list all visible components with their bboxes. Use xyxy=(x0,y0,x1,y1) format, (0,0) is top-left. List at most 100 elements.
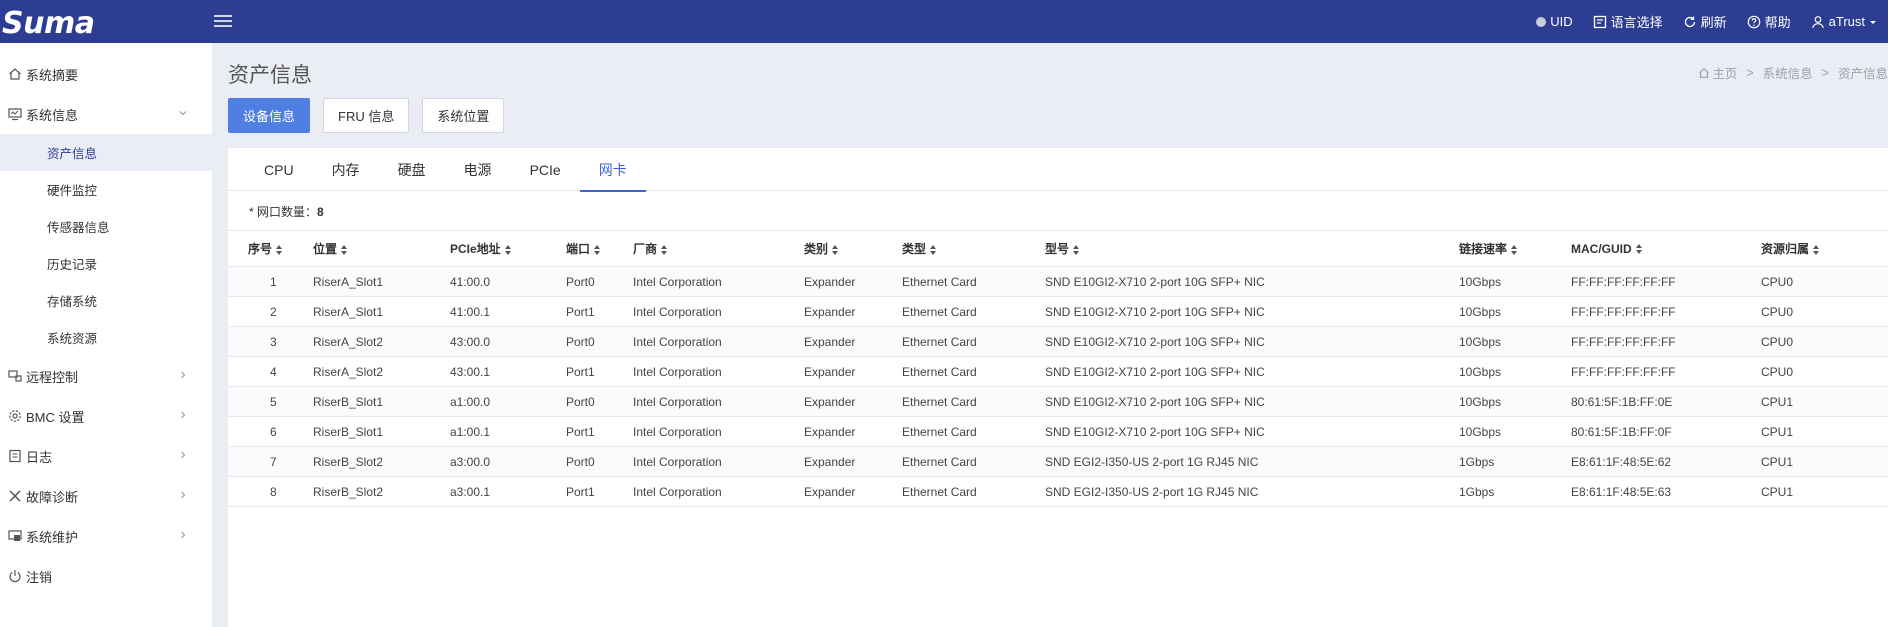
table-cell: Ethernet Card xyxy=(902,356,1045,387)
sidebar-item-diagnostics[interactable]: 故障诊断 xyxy=(0,476,212,516)
table-cell: CPU1 xyxy=(1761,446,1888,477)
table-cell: Ethernet Card xyxy=(902,386,1045,417)
user-menu[interactable]: aTrust xyxy=(1811,14,1882,29)
sidebar-subitem-asset-info[interactable]: 资产信息 xyxy=(0,134,212,171)
table-cell: 10Gbps xyxy=(1459,386,1571,417)
sidebar-item-bmc-settings[interactable]: BMC 设置 xyxy=(0,396,212,436)
sidebar-item-summary[interactable]: 系统摘要 xyxy=(0,54,212,94)
table-cell: FF:FF:FF:FF:FF:FF xyxy=(1571,266,1761,297)
column-header[interactable]: 类别 xyxy=(804,230,902,267)
column-header[interactable]: 资源归属 xyxy=(1761,230,1888,267)
tab-cpu[interactable]: CPU xyxy=(228,148,313,191)
column-header[interactable]: PCIe地址 xyxy=(450,230,566,267)
table-cell: Expander xyxy=(804,386,902,417)
breadcrumb-current: 资产信息 xyxy=(1837,67,1888,81)
sort-icon xyxy=(504,244,511,255)
table-cell: SND E10GI2-X710 2-port 10G SFP+ NIC xyxy=(1045,356,1459,387)
table-cell: SND E10GI2-X710 2-port 10G SFP+ NIC xyxy=(1045,296,1459,327)
table-cell: SND E10GI2-X710 2-port 10G SFP+ NIC xyxy=(1045,266,1459,297)
uid-button[interactable]: UID xyxy=(1536,14,1573,29)
logo-text: Suma xyxy=(2,6,95,41)
table-cell: RiserB_Slot2 xyxy=(313,476,450,507)
sidebar-subitem-hardware-monitor[interactable]: 硬件监控 xyxy=(0,171,212,208)
table-cell: 4 xyxy=(228,356,313,387)
power-icon xyxy=(9,570,21,583)
sidebar-subitem-storage[interactable]: 存储系统 xyxy=(0,282,212,319)
table-cell: 10Gbps xyxy=(1459,266,1571,297)
device-info-button[interactable]: 设备信息 xyxy=(228,98,311,133)
chevron-down-icon xyxy=(179,111,187,116)
table-cell: Port1 xyxy=(566,416,633,447)
language-button[interactable]: 语言选择 xyxy=(1593,12,1663,31)
asset-tabs: CPU 内存 硬盘 电源 PCIe 网卡 xyxy=(228,148,1888,192)
tab-nic[interactable]: 网卡 xyxy=(579,148,646,192)
table-cell: E8:61:1F:48:5E:62 xyxy=(1571,446,1761,477)
refresh-icon xyxy=(1684,16,1695,27)
sort-icon xyxy=(341,244,348,255)
user-icon xyxy=(1811,15,1824,28)
top-nav: UID 语言选择 刷新 帮助 aTrust xyxy=(1536,0,1888,43)
sort-icon xyxy=(661,244,668,255)
sort-icon xyxy=(832,244,839,255)
sidebar-item-remote-control[interactable]: 远程控制 xyxy=(0,356,212,396)
sort-icon xyxy=(930,244,937,255)
refresh-button[interactable]: 刷新 xyxy=(1683,12,1727,31)
column-header[interactable]: 端口 xyxy=(566,230,633,267)
table-cell: Expander xyxy=(804,476,902,507)
sidebar-subitem-history[interactable]: 历史记录 xyxy=(0,245,212,282)
sidebar-item-system-info[interactable]: 系统信息 xyxy=(0,94,212,134)
table-row: 1 RiserA_Slot1 41:00.0 Port0 Intel Corporati… xyxy=(228,266,1888,297)
tab-disk[interactable]: 硬盘 xyxy=(379,148,445,191)
sidebar-subitem-sensor-info[interactable]: 传感器信息 xyxy=(0,208,212,245)
monitor-icon xyxy=(8,108,22,121)
table-cell: a3:00.0 xyxy=(450,446,566,477)
suma-logo[interactable]: Suma xyxy=(2,6,95,41)
table-cell: SND E10GI2-X710 2-port 10G SFP+ NIC xyxy=(1045,416,1459,447)
table-cell: Port1 xyxy=(566,296,633,327)
column-header[interactable]: 厂商 xyxy=(633,230,804,267)
table-cell: CPU0 xyxy=(1761,266,1888,297)
table-cell: SND EGI2-I350-US 2-port 1G RJ45 NIC xyxy=(1045,446,1459,477)
nic-count: * 网口数量：8 xyxy=(249,205,324,219)
fru-info-button[interactable]: FRU 信息 xyxy=(323,98,410,133)
table-row: 4 RiserA_Slot2 43:00.1 Port1 Intel Corporati… xyxy=(228,356,1888,387)
table-row: 6 RiserB_Slot1 a1:00.1 Port1 Intel Corporati… xyxy=(228,416,1888,447)
sidebar-item-logs[interactable]: 日志 xyxy=(0,436,212,476)
column-header[interactable]: 型号 xyxy=(1045,230,1459,267)
sidebar-subitem-system-resources[interactable]: 系统资源 xyxy=(0,319,212,356)
column-header[interactable]: 位置 xyxy=(313,230,450,267)
sidebar-item-logout[interactable]: 注销 xyxy=(0,556,212,596)
table-cell: CPU1 xyxy=(1761,476,1888,507)
table-cell: Port0 xyxy=(566,386,633,417)
breadcrumb-home[interactable]: 主页 xyxy=(1712,63,1737,82)
system-location-button[interactable]: 系统位置 xyxy=(422,98,505,133)
table-cell: 10Gbps xyxy=(1459,326,1571,357)
tab-memory[interactable]: 内存 xyxy=(313,148,379,191)
column-header[interactable]: MAC/GUID xyxy=(1571,230,1761,267)
sort-icon xyxy=(1073,244,1080,255)
table-cell: 5 xyxy=(228,386,313,417)
table-cell: 3 xyxy=(228,326,313,357)
table-cell: 8 xyxy=(228,476,313,507)
chevron-down-icon xyxy=(1870,20,1876,24)
column-header[interactable]: 链接速率 xyxy=(1459,230,1571,267)
sort-icon xyxy=(1635,244,1642,255)
table-cell: Port1 xyxy=(566,356,633,387)
breadcrumb-system-info[interactable]: 系统信息 xyxy=(1763,63,1813,82)
table-cell: 1 xyxy=(228,266,313,297)
table-cell: Intel Corporation xyxy=(633,266,804,297)
column-header[interactable]: 序号 xyxy=(228,230,313,267)
table-body: 1 RiserA_Slot1 41:00.0 Port0 Intel Corporati… xyxy=(228,266,1888,507)
table-cell: FF:FF:FF:FF:FF:FF xyxy=(1571,326,1761,357)
table-cell: E8:61:1F:48:5E:63 xyxy=(1571,476,1761,507)
column-header[interactable]: 类型 xyxy=(902,230,1045,267)
help-button[interactable]: 帮助 xyxy=(1747,12,1791,31)
menu-toggle-icon[interactable] xyxy=(214,12,232,30)
table-cell: FF:FF:FF:FF:FF:FF xyxy=(1571,356,1761,387)
tab-power[interactable]: 电源 xyxy=(445,148,511,191)
table-cell: RiserA_Slot1 xyxy=(313,266,450,297)
table-cell: Intel Corporation xyxy=(633,296,804,327)
sidebar-item-maintenance[interactable]: 系统维护 xyxy=(0,516,212,556)
tab-pcie[interactable]: PCIe xyxy=(511,148,580,191)
table-cell: CPU1 xyxy=(1761,416,1888,447)
